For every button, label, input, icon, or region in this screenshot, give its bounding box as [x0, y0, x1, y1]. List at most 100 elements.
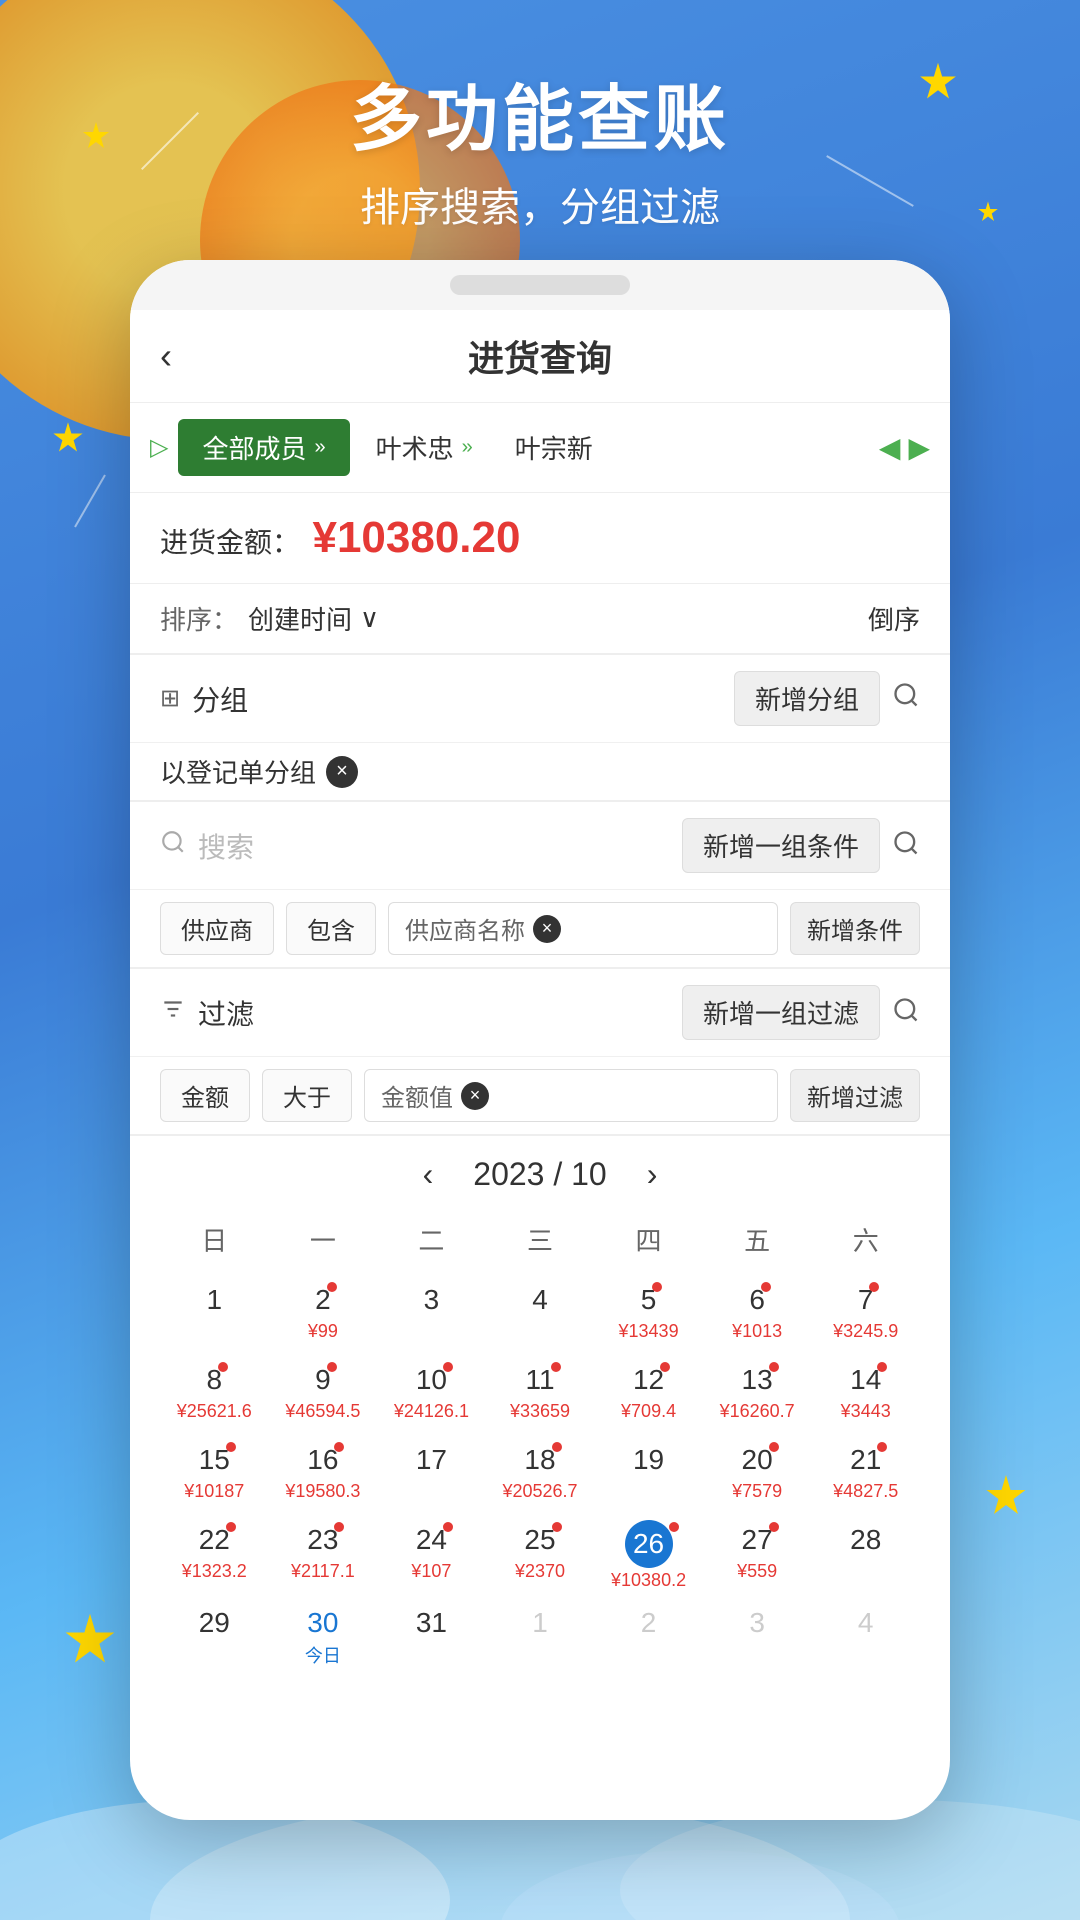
condition-field-btn[interactable]: 供应商	[160, 902, 274, 955]
cal-cell-1-5[interactable]: 13¥16260.7	[703, 1354, 812, 1434]
group-tag-close[interactable]: ×	[326, 756, 358, 788]
back-button[interactable]: ‹	[160, 335, 172, 377]
add-search-group-button[interactable]: 新增一组条件	[682, 818, 880, 873]
cal-cell-0-5[interactable]: 6¥1013	[703, 1274, 812, 1354]
cal-cell-1-3[interactable]: 11¥33659	[486, 1354, 595, 1434]
cal-day-1-0: 8	[206, 1360, 222, 1399]
cal-amount-2-3: ¥20526.7	[502, 1481, 577, 1502]
cal-prev-btn[interactable]: ‹	[423, 1156, 434, 1193]
weekday-6: 六	[811, 1213, 920, 1266]
red-dot	[769, 1522, 779, 1532]
line-deco-3	[74, 475, 106, 528]
nav-header: ‹ 进货查询	[130, 310, 950, 403]
all-members-tab[interactable]: 全部成员 »	[178, 419, 349, 476]
group-search-icon[interactable]	[892, 681, 920, 716]
cal-cell-2-4[interactable]: 19	[594, 1434, 703, 1514]
cal-cell-2-6[interactable]: 21¥4827.5	[811, 1434, 920, 1514]
cal-day-2-0: 15	[199, 1440, 230, 1479]
cal-amount-3-4: ¥10380.2	[611, 1570, 686, 1591]
cal-cell-4-3[interactable]: 1	[486, 1597, 595, 1677]
hero-section: 多功能查账 排序搜索，分组过滤	[0, 60, 1080, 233]
cal-cell-2-5[interactable]: 20¥7579	[703, 1434, 812, 1514]
condition-value-close[interactable]: ×	[533, 915, 561, 943]
filter-value-close[interactable]: ×	[461, 1082, 489, 1110]
amount-section: 进货金额： ¥10380.20	[130, 493, 950, 584]
cal-cell-3-6[interactable]: 28	[811, 1514, 920, 1597]
cal-cell-1-1[interactable]: 9¥46594.5	[269, 1354, 378, 1434]
cal-cell-3-5[interactable]: 27¥559	[703, 1514, 812, 1597]
cal-cell-0-0[interactable]: 1	[160, 1274, 269, 1354]
sort-select[interactable]: 创建时间 ∨	[248, 600, 868, 637]
cal-cell-3-4[interactable]: 26¥10380.2	[594, 1514, 703, 1597]
filter-field-btn[interactable]: 金额	[160, 1069, 250, 1122]
filter-operator-btn[interactable]: 大于	[262, 1069, 352, 1122]
filter-row: 过滤 新增一组过滤	[130, 969, 950, 1057]
cal-cell-4-6[interactable]: 4	[811, 1597, 920, 1677]
cal-cell-1-6[interactable]: 14¥3443	[811, 1354, 920, 1434]
member-prev-arrow[interactable]: ◀	[879, 431, 901, 464]
cal-cell-1-2[interactable]: 10¥24126.1	[377, 1354, 486, 1434]
cal-cell-0-3[interactable]: 4	[486, 1274, 595, 1354]
red-dot	[877, 1362, 887, 1372]
cal-next-btn[interactable]: ›	[647, 1156, 658, 1193]
group-label: 分组	[192, 679, 734, 719]
filter-value-field[interactable]: 金额值 ×	[364, 1069, 778, 1122]
cal-amount-2-5: ¥7579	[732, 1481, 782, 1502]
sort-order[interactable]: 倒序	[868, 600, 920, 637]
member-next-arrow[interactable]: ▶	[908, 431, 930, 464]
sort-label: 排序：	[160, 600, 238, 637]
cal-amount-2-0: ¥10187	[184, 1481, 244, 1502]
red-dot-selected	[669, 1522, 679, 1532]
filter-section: 过滤 新增一组过滤 金额 大于 金额值 × 新增过滤	[130, 969, 950, 1135]
cal-day-4-4: 2	[641, 1603, 657, 1642]
cal-cell-4-4[interactable]: 2	[594, 1597, 703, 1677]
filter-condition-row: 金额 大于 金额值 × 新增过滤	[130, 1057, 950, 1134]
cal-cell-2-3[interactable]: 18¥20526.7	[486, 1434, 595, 1514]
add-condition-button[interactable]: 新增条件	[790, 902, 920, 955]
cal-day-1-6: 14	[850, 1360, 881, 1399]
cal-cell-1-0[interactable]: 8¥25621.6	[160, 1354, 269, 1434]
group-row: ⊞ 分组 新增分组	[130, 655, 950, 743]
cal-cell-4-0[interactable]: 29	[160, 1597, 269, 1677]
cal-day-3-1: 23	[307, 1520, 338, 1559]
cal-cell-3-2[interactable]: 24¥107	[377, 1514, 486, 1597]
red-dot	[334, 1442, 344, 1452]
cal-cell-4-5[interactable]: 3	[703, 1597, 812, 1677]
page-title: 进货查询	[468, 330, 612, 382]
cal-day-3-2: 24	[416, 1520, 447, 1559]
add-filter-button[interactable]: 新增过滤	[790, 1069, 920, 1122]
member1-tab[interactable]: 叶术忠 »	[360, 419, 489, 476]
calendar-section: ‹ 2023 / 10 › 日 一 二 三 四 五 六 12¥99345¥134…	[130, 1136, 950, 1707]
cal-weekdays: 日 一 二 三 四 五 六	[160, 1213, 920, 1266]
condition-operator-btn[interactable]: 包含	[286, 902, 376, 955]
search-placeholder[interactable]: 搜索	[198, 826, 682, 866]
cal-cell-0-4[interactable]: 5¥13439	[594, 1274, 703, 1354]
cal-cell-3-1[interactable]: 23¥2117.1	[269, 1514, 378, 1597]
cal-cell-3-3[interactable]: 25¥2370	[486, 1514, 595, 1597]
add-group-button[interactable]: 新增分组	[734, 671, 880, 726]
cal-amount-2-6: ¥4827.5	[833, 1481, 898, 1502]
red-dot	[226, 1442, 236, 1452]
member2-tab[interactable]: 叶宗新	[499, 419, 609, 476]
hero-title: 多功能查账	[0, 60, 1080, 165]
cal-amount-1-5: ¥16260.7	[720, 1401, 795, 1422]
red-dot	[218, 1362, 228, 1372]
cal-amount-0-5: ¥1013	[732, 1321, 782, 1342]
cal-cell-2-0[interactable]: 15¥10187	[160, 1434, 269, 1514]
cal-cell-1-4[interactable]: 12¥709.4	[594, 1354, 703, 1434]
condition-value-field[interactable]: 供应商名称 ×	[388, 902, 778, 955]
cal-cell-4-1[interactable]: 30今日	[269, 1597, 378, 1677]
cal-cell-4-2[interactable]: 31	[377, 1597, 486, 1677]
cal-cell-0-6[interactable]: 7¥3245.9	[811, 1274, 920, 1354]
cal-amount-3-0: ¥1323.2	[182, 1561, 247, 1582]
cal-cell-0-1[interactable]: 2¥99	[269, 1274, 378, 1354]
cal-cell-2-1[interactable]: 16¥19580.3	[269, 1434, 378, 1514]
cal-amount-3-1: ¥2117.1	[291, 1561, 355, 1582]
cal-cell-0-2[interactable]: 3	[377, 1274, 486, 1354]
cal-cell-3-0[interactable]: 22¥1323.2	[160, 1514, 269, 1597]
cal-day-2-6: 21	[850, 1440, 881, 1479]
cal-day-3-5: 27	[742, 1520, 773, 1559]
cal-cell-2-2[interactable]: 17	[377, 1434, 486, 1514]
group-icon: ⊞	[160, 684, 180, 713]
add-filter-group-button[interactable]: 新增一组过滤	[682, 985, 880, 1040]
